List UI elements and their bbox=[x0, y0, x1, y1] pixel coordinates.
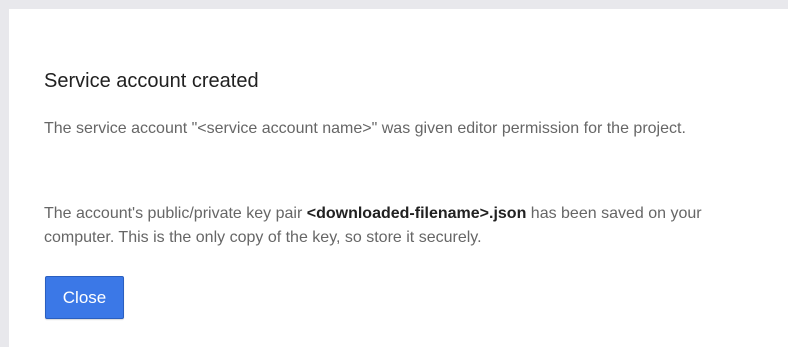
key-message-intro: The account's public/private key pair bbox=[44, 205, 307, 222]
downloaded-filename: <downloaded-filename>.json bbox=[306, 205, 527, 222]
close-button[interactable]: Close bbox=[45, 276, 124, 319]
permission-message: The service account "<service account na… bbox=[44, 120, 686, 137]
service-account-dialog: Service account created The service acco… bbox=[9, 9, 788, 347]
dialog-title: Service account created bbox=[44, 70, 259, 92]
key-saved-message: The account's public/private key pair <d… bbox=[44, 202, 744, 250]
